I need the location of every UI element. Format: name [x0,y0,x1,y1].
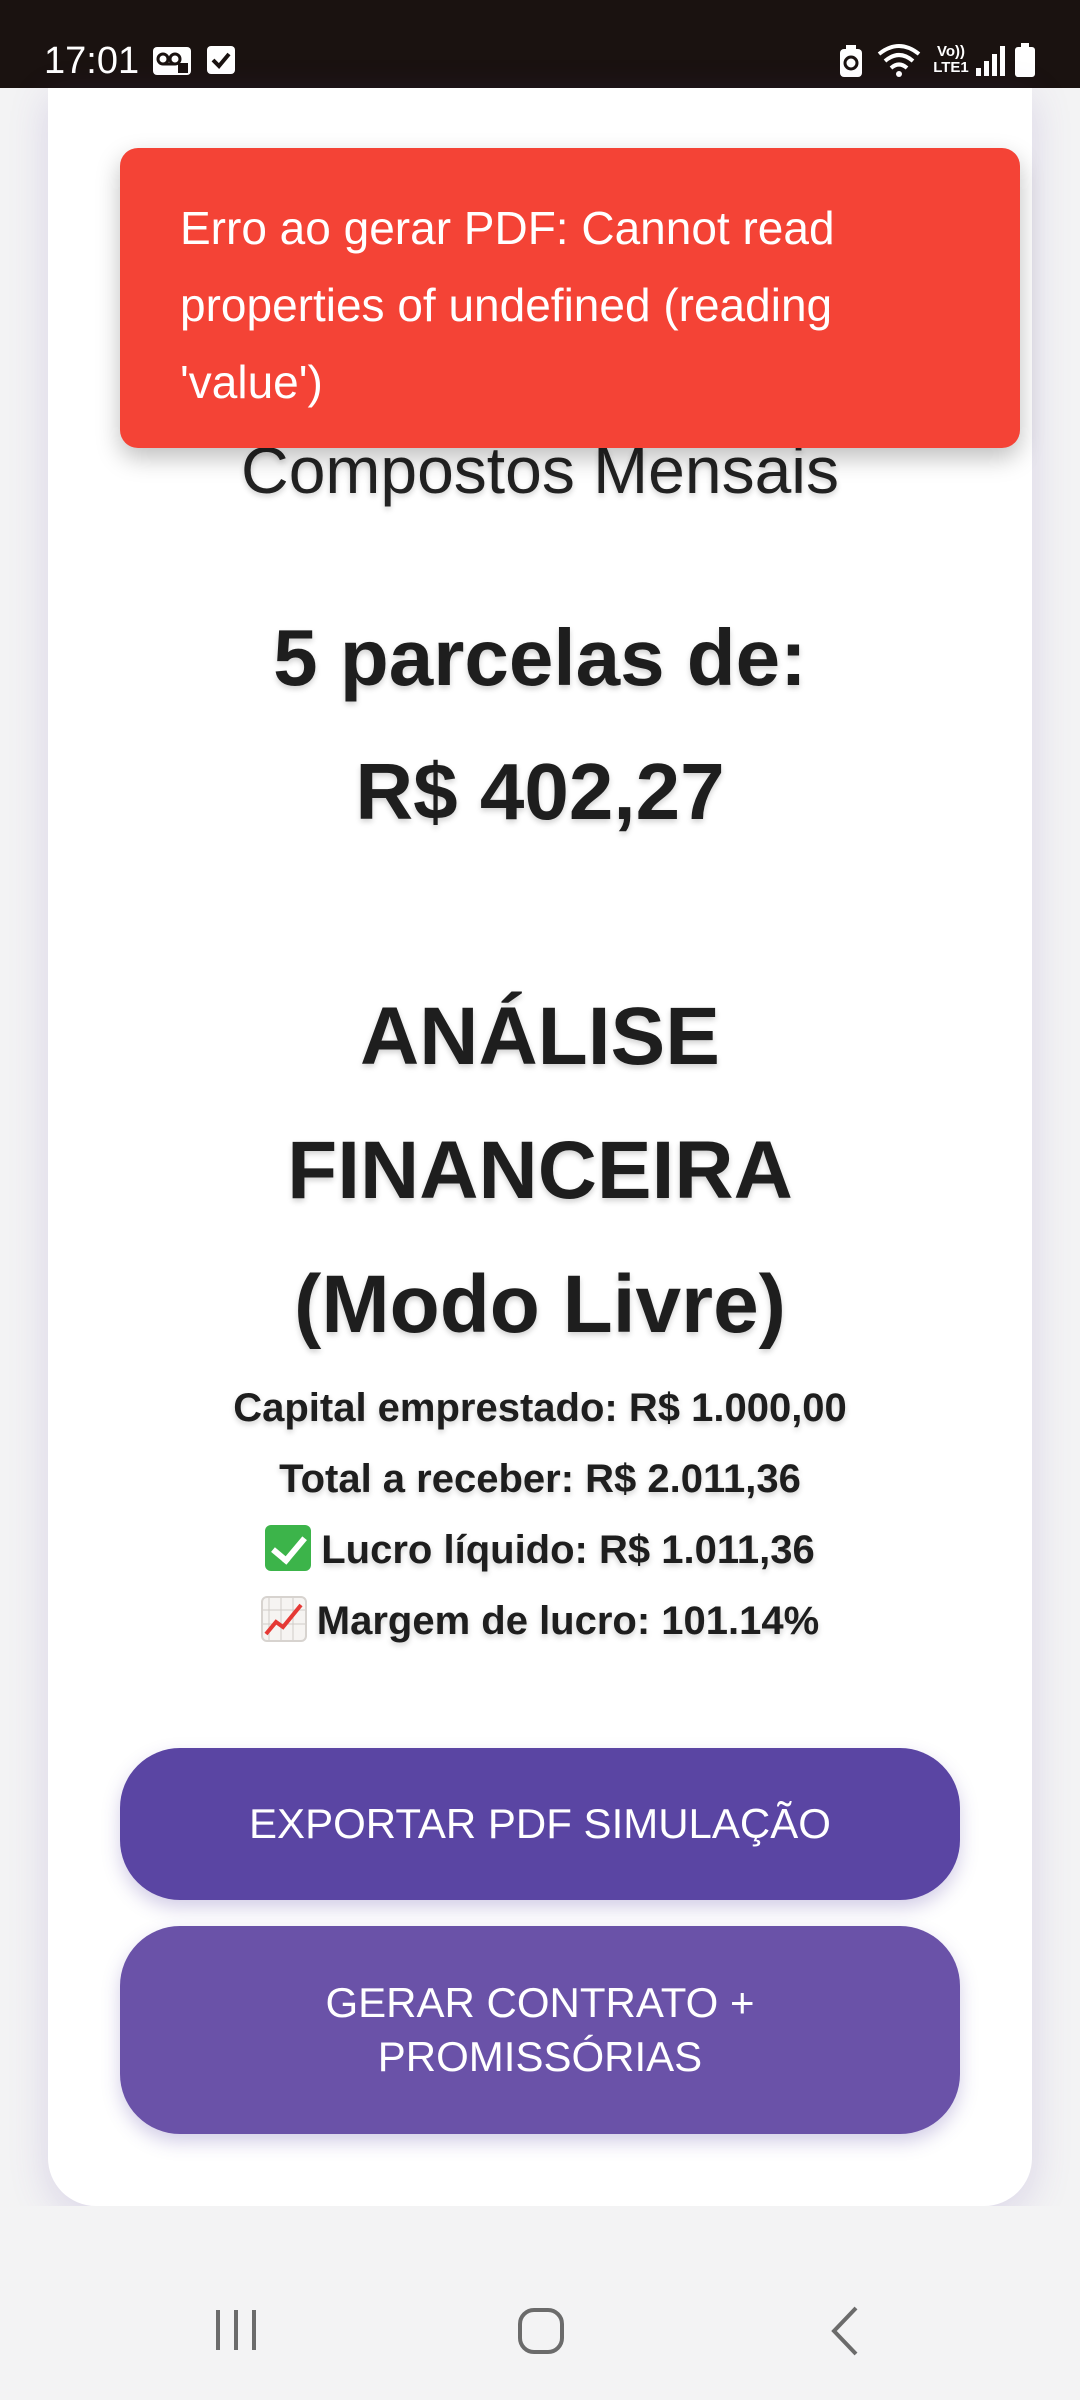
status-bar: 17:01 Vo)) LTE1 [0,0,1080,88]
contract-label-line-1: GERAR CONTRATO + [325,1979,755,2026]
analysis-title-line-3: (Modo Livre) [294,1259,786,1350]
installment-value: R$ 402,27 [355,747,725,836]
export-pdf-label: EXPORTAR PDF SIMULAÇÃO [249,1800,831,1847]
margin-text: Margem de lucro: 101.14% [316,1599,820,1643]
navigation-bar [0,2206,1080,2400]
voicemail-icon [153,47,191,75]
export-pdf-button[interactable]: EXPORTAR PDF SIMULAÇÃO [120,1748,960,1900]
generate-contract-button[interactable]: GERAR CONTRATO + PROMISSÓRIAS [120,1926,960,2134]
lte-label: LTE1 [933,59,969,76]
contract-label-line-2: PROMISSÓRIAS [377,2033,703,2080]
analysis-details: Capital emprestado: R$ 1.000,00 Total a … [0,1376,1080,1660]
profit-text: Lucro líquido: R$ 1.011,36 [321,1528,815,1572]
analysis-title-line-1: ANÁLISE [360,991,720,1082]
volte-label: Vo)) [936,43,966,60]
analysis-title-line-2: FINANCEIRA [287,1125,793,1216]
margin-line: Margem de lucro: 101.14% [0,1589,1080,1660]
total-line: Total a receber: R$ 2.011,36 [279,1457,801,1501]
volte-lte-icon: Vo)) LTE1 [928,44,974,78]
battery-icon [1015,43,1035,77]
capital-line: Capital emprestado: R$ 1.000,00 [233,1386,847,1430]
wifi-icon [877,44,921,77]
status-time: 17:01 [44,40,140,82]
installments-label: 5 parcelas de: [273,613,807,702]
recent-apps-icon[interactable] [212,2306,262,2354]
signal-icon [976,46,1005,76]
profit-line: Lucro líquido: R$ 1.011,36 [0,1518,1080,1589]
back-icon[interactable] [826,2304,866,2358]
analysis-title: ANÁLISE FINANCEIRA (Modo Livre) [0,970,1080,1372]
error-toast-message: Erro ao gerar PDF: Cannot read propertie… [180,202,835,408]
check-mark-icon [265,1525,312,1571]
home-icon[interactable] [516,2306,566,2356]
checkbox-icon [207,46,235,74]
error-toast[interactable]: Erro ao gerar PDF: Cannot read propertie… [120,148,1020,448]
chart-increasing-icon [260,1596,307,1642]
battery-saver-icon [840,45,862,77]
